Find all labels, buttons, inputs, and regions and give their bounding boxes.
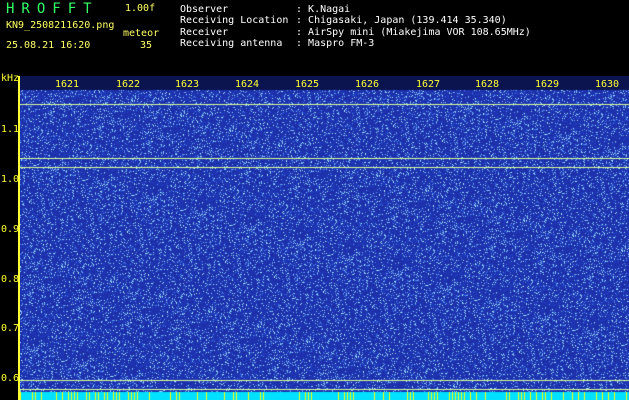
time-tick-1627: 1627 (416, 79, 441, 90)
y-tick-1-1: 1.1 (1, 124, 20, 135)
meta-value-location: : Chigasaki, Japan (139.414 35.340) (296, 15, 507, 26)
meta-row-antenna: Receiving antenna (180, 38, 283, 49)
spectrogram-plot: 1621 1622 1623 1624 1625 1626 1627 1628 … (20, 76, 629, 400)
time-tick-1628: 1628 (475, 79, 500, 90)
time-tick-1629: 1629 (535, 79, 560, 90)
spectrogram-canvas (20, 76, 629, 400)
time-tick-1626: 1626 (355, 79, 380, 90)
y-tick-1-0: 1.0 (1, 174, 20, 185)
meta-row-receiver: Receiver (180, 27, 229, 38)
time-tick-1622: 1622 (116, 79, 141, 90)
time-tick-1623: 1623 (175, 79, 200, 90)
app-name: HROFFT (6, 1, 99, 17)
y-tick-0-7: 0.7 (1, 323, 20, 334)
header-panel: HROFFT 1.00f KN9_2508211620.png meteor 2… (0, 0, 629, 75)
app-version: 1.00f (125, 3, 156, 14)
time-tick-1621: 1621 (55, 79, 80, 90)
meta-value-antenna: : Maspro FM-3 (296, 38, 375, 49)
meta-row-observer: Observer (180, 4, 229, 15)
meta-row-location: Receiving Location (180, 15, 289, 26)
time-tick-1624: 1624 (235, 79, 260, 90)
meta-value-receiver: : AirSpy mini (Miakejima VOR 108.65MHz) (296, 27, 531, 38)
time-tick-1625: 1625 (295, 79, 320, 90)
meta-value-observer: : K.Nagai (296, 4, 351, 15)
y-tick-0-9: 0.9 (1, 224, 20, 235)
file-name: KN9_2508211620.png (6, 20, 115, 31)
date-time: 25.08.21 16:20 (6, 40, 91, 51)
y-tick-0-6: 0.6 (1, 373, 20, 384)
meteor-count: 35 (140, 40, 153, 51)
meteor-label: meteor (123, 28, 160, 39)
y-tick-0-8: 0.8 (1, 274, 20, 285)
y-axis-unit: kHz (1, 73, 20, 84)
time-tick-1630: 1630 (595, 79, 620, 90)
